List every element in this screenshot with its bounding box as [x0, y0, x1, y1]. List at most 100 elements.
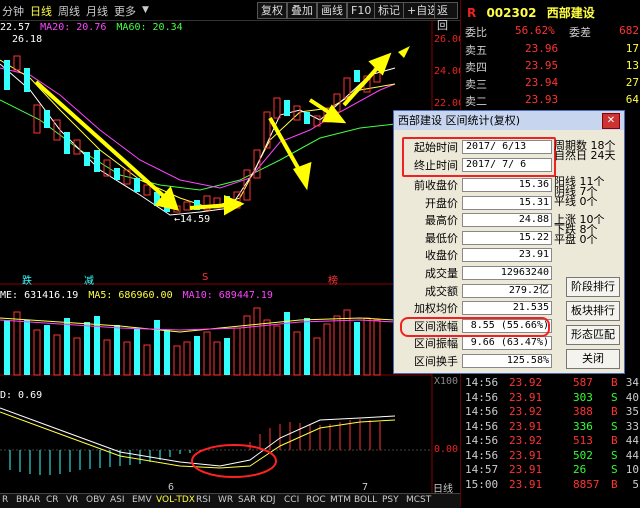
- ask-row[interactable]: 卖二 23.93 64: [461, 93, 640, 110]
- indicator-tab[interactable]: R: [2, 495, 8, 505]
- bottom-period-tab[interactable]: 日线: [433, 480, 453, 495]
- volume-bars: [4, 307, 381, 376]
- high-price-label: 26.18: [12, 34, 43, 45]
- restore-rights-button[interactable]: 复权: [257, 2, 287, 19]
- indicator-tab[interactable]: WR: [218, 495, 233, 505]
- close-icon[interactable]: ✕: [602, 113, 620, 129]
- ask-price: 23.96: [525, 42, 559, 55]
- stat-row: 前收盘价 15.36: [398, 177, 552, 195]
- period-monthly[interactable]: 月线: [86, 3, 108, 19]
- tick-volume: 502: [573, 448, 593, 462]
- indicator-tab[interactable]: OBV: [86, 495, 105, 505]
- tick-volume: 336: [573, 419, 593, 433]
- dialog-titlebar[interactable]: 西部建设 区间统计(复权): [394, 111, 624, 130]
- stat-row: 最高价 24.88: [398, 212, 552, 230]
- macd-legend: D: 0.69: [0, 390, 43, 401]
- x-tick-6: 6: [168, 482, 174, 493]
- stat-row: 开盘价 15.31: [398, 195, 552, 213]
- ask-price: 23.94: [525, 76, 559, 89]
- stat-row-label: 区间换手: [414, 355, 458, 368]
- overlay-button[interactable]: 叠加: [287, 2, 317, 19]
- stat-unchanged: 平盘 0个: [554, 233, 598, 246]
- tick-time: 14:56: [465, 376, 499, 389]
- ask-row[interactable]: 卖三 23.94 27: [461, 76, 640, 93]
- f10-button[interactable]: F10: [347, 2, 376, 19]
- indicator-tab[interactable]: EMV: [132, 495, 152, 505]
- tick-time: 14:56: [465, 448, 499, 462]
- tick-time: 15:00: [465, 477, 499, 491]
- period-minute[interactable]: 分钟: [2, 3, 24, 19]
- indicator-tab[interactable]: CR: [46, 495, 59, 505]
- stock-title: R 002302 西部建设: [467, 4, 595, 21]
- tick-price: 23.91: [509, 419, 543, 433]
- tick-count: 44: [625, 448, 639, 462]
- tick-row: 15:00 23.91 8857 B 5: [461, 478, 640, 492]
- indicator-tab[interactable]: ROC: [306, 495, 326, 505]
- chart-toolbar: 分钟 日线 周线 月线 更多 ▼ 复权 叠加 画线 F10 标记 +自选 返回: [0, 0, 460, 32]
- back-button[interactable]: 返回: [434, 2, 458, 32]
- vol-ma10: MA10: 689447.19: [182, 290, 273, 301]
- indicator-tab[interactable]: BOLL: [354, 495, 377, 505]
- tick-count: 34: [625, 376, 639, 389]
- tick-side: B: [611, 434, 618, 447]
- tick-volume: 388: [573, 405, 593, 418]
- indicator-tab[interactable]: KDJ: [260, 495, 276, 505]
- stage-rank-button[interactable]: 阶段排行: [566, 277, 620, 297]
- indicator-tab[interactable]: SAR: [238, 495, 256, 505]
- draw-line-button[interactable]: 画线: [317, 2, 347, 19]
- tick-row: 14:56 23.92 587 B 34: [461, 376, 640, 390]
- flag-icon: R: [467, 6, 477, 20]
- ask-price: 23.93: [525, 93, 559, 106]
- ask-label: 卖四: [465, 61, 487, 74]
- stat-row-label: 前收盘价: [414, 179, 458, 192]
- tick-side: B: [611, 405, 618, 418]
- indicator-tab[interactable]: CCI: [284, 495, 299, 505]
- tick-price: 23.91: [509, 448, 543, 462]
- stat-row-label: 开盘价: [425, 196, 458, 210]
- low-price-label: ←14.59: [174, 214, 211, 225]
- ask-row[interactable]: 卖四 23.95 13: [461, 59, 640, 76]
- tick-count: 5: [632, 477, 639, 491]
- candlestick-chart[interactable]: 6 7: [0, 20, 460, 493]
- period-weekly[interactable]: 周线: [58, 3, 80, 19]
- arrow-head-icon: [398, 46, 410, 58]
- tick-count: 10: [625, 463, 639, 476]
- indicator-tab[interactable]: RSI: [196, 495, 211, 505]
- stat-row: 加权均价 21.535: [398, 300, 552, 318]
- indicator-tab[interactable]: ASI: [110, 495, 125, 505]
- tick-row: 14:56 23.91 336 S 33: [461, 420, 640, 434]
- tick-count: 44: [625, 434, 639, 447]
- period-daily[interactable]: 日线: [30, 3, 52, 19]
- pattern-match-button[interactable]: 形态匹配: [566, 325, 620, 345]
- period-more[interactable]: 更多: [114, 3, 136, 19]
- indicator-tab[interactable]: VOL-TDX: [156, 495, 195, 505]
- weibi-label: 委比: [465, 26, 487, 39]
- ask-volume: 13: [625, 59, 639, 72]
- stat-row-label: 收盘价: [425, 249, 458, 263]
- indicator-tab[interactable]: MCST: [406, 495, 431, 505]
- chevron-down-icon[interactable]: ▼: [142, 5, 149, 15]
- marker-fall: 跌: [22, 276, 32, 287]
- ask-label: 卖二: [465, 95, 487, 108]
- tick-row: 14:56 23.91 502 S 44: [461, 449, 640, 463]
- marker-s: S: [202, 272, 209, 283]
- stat-row: 区间换手 125.58%: [398, 353, 552, 371]
- tick-side: S: [611, 448, 618, 462]
- close-button[interactable]: 关闭: [566, 349, 620, 369]
- indicator-tab[interactable]: PSY: [382, 495, 399, 505]
- mark-button[interactable]: 标记: [374, 2, 404, 19]
- tick-count: 33: [625, 419, 639, 433]
- tick-volume: 513: [573, 434, 593, 447]
- indicator-tab[interactable]: BRAR: [16, 495, 40, 505]
- volume-legend: ME: 631416.19 MA5: 686960.00 MA10: 68944…: [0, 290, 273, 301]
- tick-price: 23.91: [509, 463, 543, 476]
- tick-price: 23.91: [509, 477, 543, 491]
- ask-row[interactable]: 卖五 23.96 17: [461, 42, 640, 59]
- indicator-tab[interactable]: VR: [66, 495, 78, 505]
- indicator-tab[interactable]: MTM: [330, 495, 351, 505]
- gain-highlight: [400, 317, 550, 337]
- stat-row-label: 最高价: [425, 214, 458, 228]
- indicator-tabs: R BRAR CR VR OBV ASI EMV VOL-TDX RSI WR SAR KDJ CCI R…: [0, 493, 460, 508]
- tick-price: 23.92: [509, 376, 543, 389]
- sector-rank-button[interactable]: 板块排行: [566, 301, 620, 321]
